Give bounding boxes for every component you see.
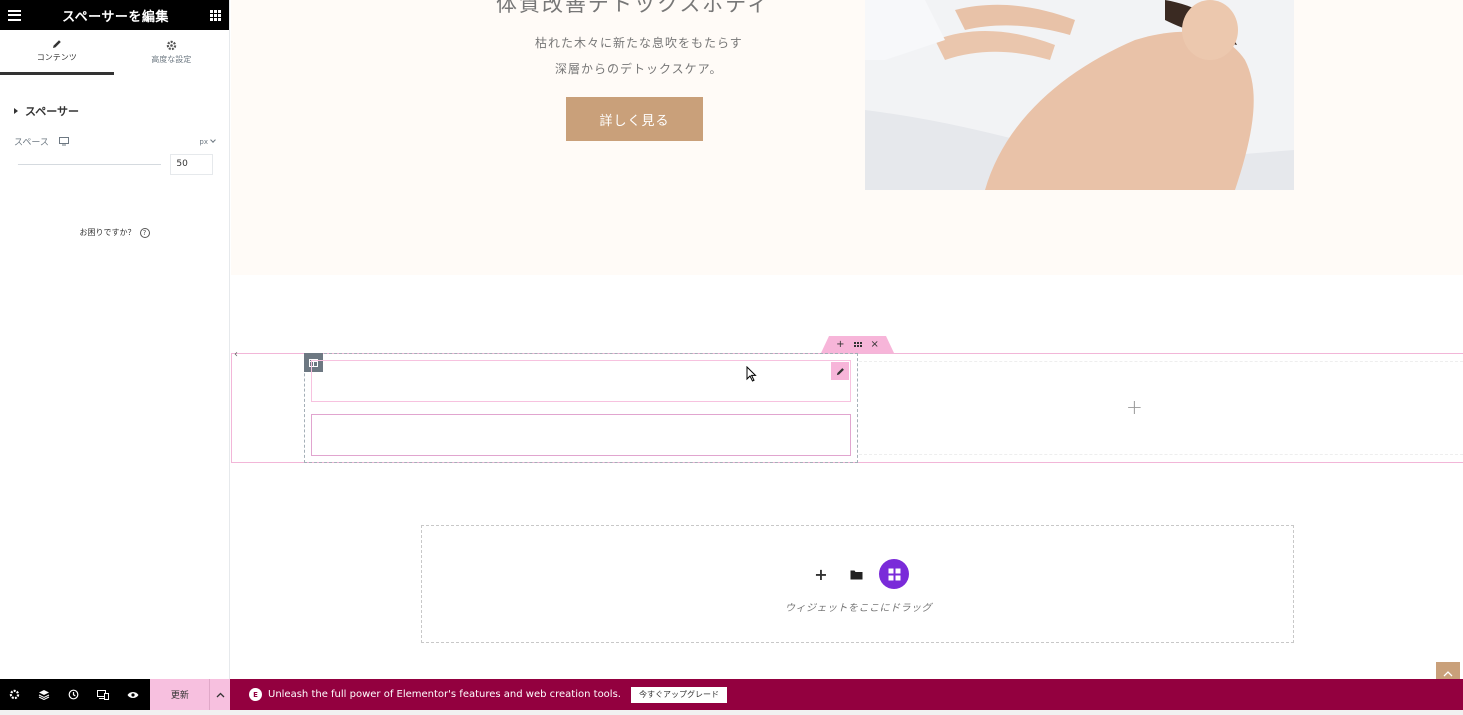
elementor-logo-icon: E [249,688,262,701]
help-text: お困りですか？ [79,228,136,237]
tab-content-label: コンテンツ [36,53,77,62]
hero-text-line-2: 深層からのデトックスケア。 [555,62,723,76]
question-circle-icon: ? [139,227,150,238]
space-value-input[interactable]: 50 [170,154,213,175]
section-toggle-spacer[interactable]: スペーサー [14,103,229,119]
panel-tabs: コンテンツ 高度な設定 [0,30,229,75]
tab-advanced[interactable]: 高度な設定 [114,30,230,75]
panel-title: スペーサーを編集 [62,9,169,25]
responsive-mode-icon[interactable] [88,679,117,710]
hamburger-menu-icon[interactable] [8,9,21,21]
preview-eye-icon[interactable] [118,679,147,710]
space-label: スペース [14,138,49,148]
widgets-grid-icon[interactable] [210,9,221,21]
hero-text-line-1: 枯れた木々に新たな息吹をもたらす [535,36,743,50]
chevron-up-icon [1443,671,1453,677]
kit-library-icon[interactable] [879,559,909,589]
spacer-widget[interactable] [311,360,851,402]
section-border-left [231,353,232,463]
template-folder-icon[interactable] [841,559,871,589]
add-new-section-area[interactable]: + ウィジェットをここにドラッグ [421,525,1294,643]
drag-handle-icon[interactable] [853,342,862,347]
space-slider[interactable] [11,161,162,168]
chevron-left-icon[interactable]: ‹ [234,349,238,360]
mouse-cursor-icon [746,366,757,382]
spacer-widget-selected[interactable] [311,414,851,456]
update-button[interactable]: 更新 [150,679,210,710]
add-section-icon[interactable]: + [836,339,844,350]
caret-right-icon [14,108,18,114]
edit-widget-pencil-icon[interactable] [831,362,849,380]
details-button[interactable]: 詳しく見る [566,97,703,141]
gear-icon [166,40,176,51]
column-right-empty[interactable] [859,361,1463,455]
help-link[interactable]: お困りですか？ ? [0,227,229,238]
history-icon[interactable] [59,679,88,710]
settings-gear-icon[interactable] [0,679,29,710]
pencil-icon [52,40,61,48]
slider-handle[interactable] [11,161,18,168]
tab-content[interactable]: コンテンツ [0,30,114,75]
tab-advanced-label: 高度な設定 [151,55,192,64]
delete-section-icon[interactable]: × [871,339,879,350]
space-slider-row: 50 [0,154,229,175]
drag-widget-hint: ウィジェットをここにドラッグ [785,603,932,614]
section-title: スペーサー [25,105,80,118]
space-control-header: スペース px [0,135,229,148]
panel-header: スペーサーを編集 [0,0,229,30]
add-widget-plus-icon[interactable]: + [1126,397,1143,417]
upgrade-promo-bar: E Unleash the full power of Elementor's … [230,679,1463,710]
upgrade-now-button[interactable]: 今すぐアップグレード [630,686,727,703]
massage-photo [865,0,1294,190]
hero-section: 体質改善デトックスボディ 枯れた木々に新たな息吹をもたらす 深層からのデトックス… [231,0,1463,275]
editor-panel: スペーサーを編集 コンテンツ 高度な設定 スペーサー スペース px 50 お困… [0,0,230,679]
chevron-up-icon[interactable] [209,679,231,710]
add-section-button[interactable]: + [806,559,836,589]
hero-title: 体質改善デトックスボディ [496,0,770,16]
panel-footer: 更新 [0,679,231,710]
bottom-strip [0,710,1463,715]
desktop-monitor-icon[interactable] [58,137,69,146]
navigator-layers-icon[interactable] [29,679,58,710]
promo-message: Unleash the full power of Elementor's fe… [268,689,621,700]
section-handle: + × [821,336,894,353]
unit-select[interactable]: px [199,138,215,146]
preview-canvas: 体質改善デトックスボディ 枯れた木々に新たな息吹をもたらす 深層からのデトックス… [231,0,1463,686]
